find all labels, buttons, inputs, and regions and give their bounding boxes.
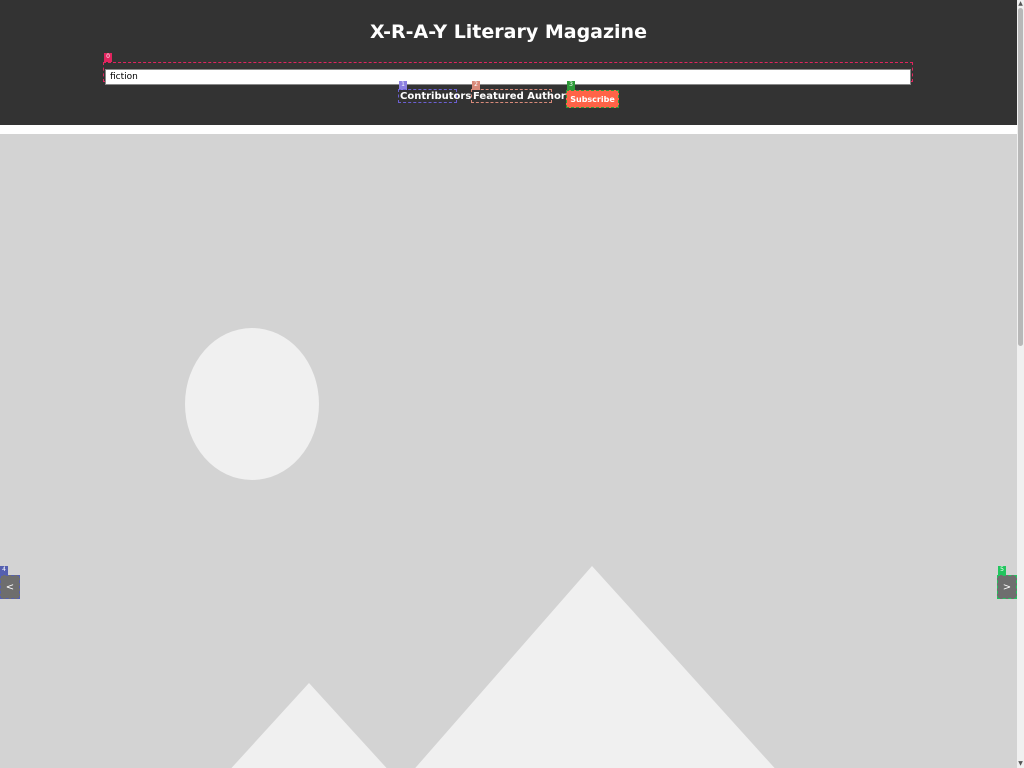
site-header: X-R-A-Y Literary Magazine 0 1 Contributo… — [0, 0, 1017, 125]
header-divider — [0, 125, 1017, 134]
page-title: X-R-A-Y Literary Magazine — [370, 21, 647, 43]
scroll-down-arrow-icon[interactable]: ▼ — [1017, 760, 1024, 768]
carousel-next-button[interactable]: > — [997, 575, 1017, 599]
subscribe-button[interactable]: Subscribe — [566, 90, 619, 108]
element-tag-3: 3 — [567, 81, 575, 90]
search-input[interactable] — [105, 69, 911, 85]
scrollbar-thumb[interactable] — [1018, 8, 1023, 346]
placeholder-sun-shape — [185, 328, 319, 480]
nav-featured-authors-link[interactable]: Featured Authors — [471, 89, 572, 103]
vertical-scrollbar[interactable]: ▲ ▼ — [1017, 0, 1024, 768]
element-tag-4: 4 — [0, 566, 8, 575]
search-box — [103, 62, 913, 85]
image-placeholder-icon — [185, 328, 775, 768]
scroll-up-arrow-icon[interactable]: ▲ — [1017, 0, 1024, 8]
placeholder-large-mountain-shape — [415, 566, 775, 768]
carousel-prev-button[interactable]: < — [0, 575, 20, 599]
element-tag-5: 5 — [998, 566, 1006, 575]
element-tag-0: 0 — [104, 53, 112, 62]
placeholder-small-mountain-shape — [231, 683, 387, 768]
nav-contributors-link[interactable]: Contributors — [398, 89, 471, 103]
image-carousel — [0, 134, 1017, 768]
page: X-R-A-Y Literary Magazine 0 1 Contributo… — [0, 0, 1017, 768]
